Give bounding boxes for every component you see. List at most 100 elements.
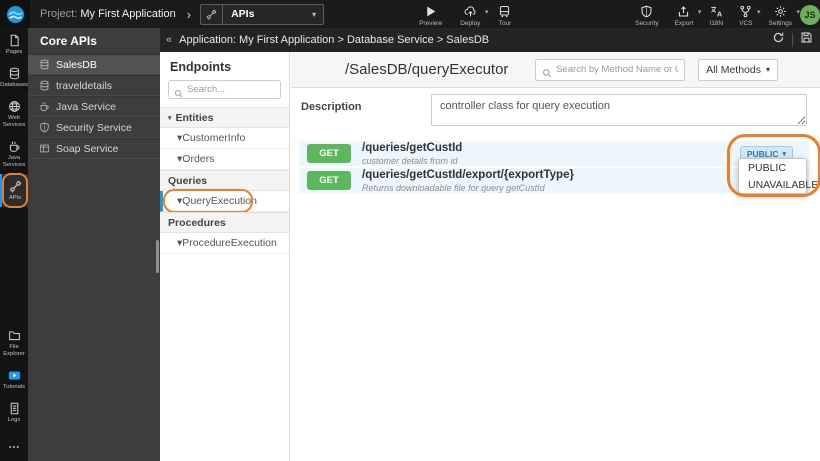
caret-down-icon: ▾ (697, 8, 702, 16)
project-name: My First Application (80, 8, 176, 20)
panel-title: Core APIs (40, 34, 97, 48)
endpoint-tree-row[interactable]: ▾ Entities (160, 107, 289, 128)
wavemaker-ide: Project: My First Application › APIs ▾ ▾… (0, 0, 820, 461)
endpoint-tree-row[interactable]: ▾ CustomerInfo (160, 128, 289, 149)
caret-down-icon: ▾ (796, 8, 800, 16)
endpoint-description: Returns downloadable file for query getC… (362, 182, 545, 193)
topbar-action-button[interactable]: ▾ Security (635, 2, 659, 27)
topbar-action-button[interactable]: ▾ Tour (498, 2, 511, 27)
visibility-dropdown-option[interactable]: UNAVAILABLE (739, 176, 818, 193)
endpoints-list: ▾ Entities ▾ CustomerInfo ▾ Orders ▾ Que… (160, 107, 289, 254)
http-method-badge: GET (307, 144, 351, 163)
chevron-right-icon: › (186, 6, 192, 22)
endpoint-tree-row[interactable]: ▾ Procedures (160, 212, 289, 233)
rail-nav-item[interactable]: Logs (0, 396, 28, 429)
top-bar: Project: My First Application › APIs ▾ ▾… (0, 0, 820, 28)
search-icon (174, 85, 183, 98)
endpoint-tree-row[interactable]: ▾ Queries (160, 170, 289, 191)
main-header: /SalesDB/queryExecutor All Methods ▾ (291, 52, 820, 88)
workspace-dropdown[interactable]: APIs ▾ (200, 3, 325, 25)
topbar-action-button[interactable]: ▾ Export (675, 2, 701, 27)
database-icon (39, 59, 50, 70)
rail-nav-item[interactable]: File Explorer (0, 323, 28, 363)
save-button[interactable] (793, 28, 820, 52)
pages-icon (8, 34, 21, 47)
endpoints-search[interactable] (168, 80, 281, 99)
topbar-action-button[interactable]: ▾ VCS (739, 2, 761, 27)
svg-text:A: A (717, 9, 723, 18)
topbar-action-button[interactable]: ▾ Preview (419, 2, 442, 27)
user-avatar[interactable]: JS (800, 5, 820, 25)
service-list-item[interactable]: Java Service (28, 96, 160, 117)
main-content: /SalesDB/queryExecutor All Methods ▾ Des… (291, 52, 820, 461)
play-icon (424, 5, 437, 18)
security-shield-icon (39, 122, 50, 133)
endpoint-description: customer details from id (362, 155, 458, 166)
wavemaker-logo-icon (6, 5, 24, 23)
endpoint-method-row[interactable]: GET /queries/getCustId customer details … (299, 141, 809, 166)
logs-icon (8, 402, 21, 415)
endpoint-details: Description controller class for query e… (291, 88, 820, 461)
left-nav-rail: Pages Databases Web Services Java Servic… (0, 28, 28, 461)
globe-icon (8, 100, 21, 113)
rail-nav-item[interactable]: Java Services (0, 134, 28, 174)
endpoint-path: /queries/getCustId/export/{exportType} (362, 168, 574, 181)
coffee-icon (8, 140, 21, 153)
rail-top-group: Pages Databases Web Services Java Servic… (0, 28, 28, 208)
tour-icon (498, 5, 511, 18)
project-label: Project: My First Application (40, 8, 176, 20)
page-title: /SalesDB/queryExecutor (345, 61, 509, 78)
rail-nav-item[interactable]: Databases (0, 61, 28, 94)
services-list: SalesDB traveldetails Java Service Secur… (28, 54, 160, 159)
endpoints-panel: Endpoints ▾ Entities ▾ CustomerInfo ▾ Or… (160, 52, 290, 461)
caret-down-icon: ▾ (168, 114, 172, 122)
caret-down-icon: ▾ (765, 65, 770, 74)
endpoint-method-row[interactable]: GET /queries/getCustId/export/{exportTyp… (299, 168, 809, 193)
refresh-button[interactable] (765, 28, 792, 52)
service-list-item[interactable]: SalesDB (28, 54, 160, 75)
endpoint-method-rows: GET /queries/getCustId customer details … (299, 141, 809, 195)
service-list-item[interactable]: Soap Service (28, 138, 160, 159)
http-method-badge: GET (307, 171, 351, 190)
rail-nav-item[interactable]: Tutorials (0, 363, 28, 396)
methods-filter-dropdown[interactable]: All Methods ▾ (698, 58, 778, 81)
endpoint-tree-row[interactable]: ▾ ProcedureExecution (160, 233, 289, 254)
method-search[interactable] (535, 58, 686, 81)
apis-icon (9, 180, 22, 193)
topbar-right-actions: ▾ Security ▾ Export A ▾ I18N ▾ VCS ▾ (635, 2, 800, 27)
visibility-dropdown-menu: PUBLIC UNAVAILABLE (738, 158, 818, 194)
rail-nav-item[interactable]: Pages (0, 28, 28, 61)
refresh-icon (772, 31, 785, 49)
endpoints-search-input[interactable] (187, 84, 277, 95)
service-list-item[interactable]: traveldetails (28, 75, 160, 96)
coffee-icon (39, 101, 50, 112)
rail-nav-item[interactable]: Web Services (0, 94, 28, 134)
service-list-item[interactable]: Security Service (28, 117, 160, 138)
app-logo[interactable] (0, 0, 30, 28)
topbar-action-button[interactable]: A ▾ I18N (709, 2, 723, 27)
endpoint-tree-row[interactable]: ▾ Orders (160, 149, 289, 170)
security-shield-icon (640, 5, 653, 18)
tutorials-play-icon (8, 369, 21, 382)
deploy-icon (464, 5, 477, 18)
collapse-panel-icon[interactable]: « (160, 34, 179, 46)
rail-nav-item[interactable]: APIs (0, 173, 28, 208)
endpoint-tree-row[interactable]: ▾ QueryExecution (160, 189, 289, 213)
vcs-branch-icon (739, 5, 752, 18)
description-textarea[interactable]: controller class for query execution (431, 94, 807, 126)
visibility-dropdown-option[interactable]: PUBLIC (739, 159, 806, 176)
scrollbar-thumb[interactable] (156, 240, 159, 273)
endpoint-path: /queries/getCustId (362, 141, 463, 154)
soap-icon (39, 143, 50, 154)
topbar-action-button[interactable]: ▾ Settings (769, 2, 800, 27)
topbar-action-button[interactable]: ▾ Deploy (460, 2, 488, 27)
more-options-icon[interactable] (0, 429, 28, 461)
search-icon (542, 65, 552, 77)
chevron-down-icon: ▾ (312, 9, 317, 19)
breadcrumb-bar: « Application: My First Application > Da… (160, 28, 820, 52)
topbar-actions: ▾ Preview ▾ Deploy ▾ Tour (419, 2, 511, 27)
apis-icon (201, 4, 224, 24)
save-icon (800, 31, 813, 49)
rail-bottom-group: File Explorer Tutorials Logs (0, 323, 28, 429)
method-search-input[interactable] (556, 64, 679, 75)
